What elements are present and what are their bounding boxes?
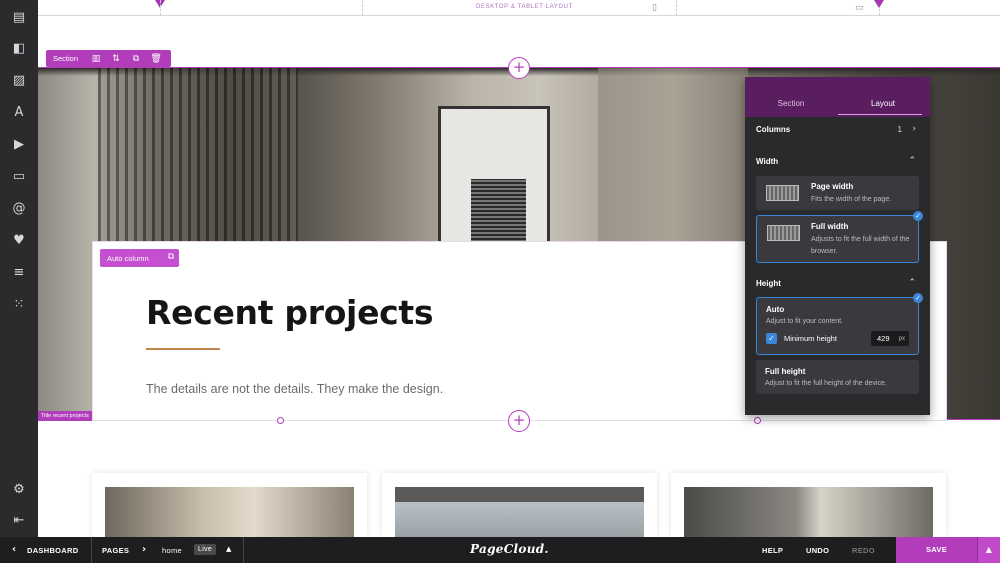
columns-value[interactable]: 1 (898, 125, 902, 134)
settings-icon[interactable]: ⚙ (11, 481, 27, 497)
page-name[interactable]: home (162, 546, 182, 555)
undo-button[interactable]: UNDO (806, 546, 829, 555)
add-section-above-button[interactable]: + (508, 57, 530, 79)
option-title: Page width (811, 182, 854, 191)
layout-panel: Section Layout Columns 1 › Width ⌃ Page … (745, 77, 930, 415)
layout-segment (676, 0, 677, 16)
tab-section[interactable]: Section (745, 77, 837, 117)
project-card[interactable] (382, 473, 657, 537)
selected-check-icon: ✓ (913, 211, 923, 221)
height-label: Height (756, 279, 781, 288)
resize-handle[interactable] (754, 417, 761, 424)
option-title: Auto (766, 305, 785, 314)
layout-right-marker[interactable] (874, 0, 884, 8)
save-button[interactable]: SAVE (896, 537, 977, 563)
divider (91, 537, 92, 563)
image-icon[interactable]: ▨ (11, 72, 27, 88)
project-image (684, 487, 933, 537)
page-width-option[interactable]: Page width Fits the width of the page. (756, 176, 919, 210)
subtitle-text[interactable]: The details are not the details. They ma… (146, 382, 443, 396)
reorder-icon[interactable]: ⇅ (106, 54, 126, 64)
columns-label: Columns (756, 125, 791, 134)
min-height-value: 429 (877, 334, 890, 343)
caret-up-icon[interactable]: ▲ (977, 537, 1000, 563)
project-card[interactable] (92, 473, 367, 537)
apps-grid-icon[interactable]: ⁙ (11, 296, 27, 312)
shapes-icon[interactable]: ◧ (11, 40, 27, 56)
desktop-icon[interactable]: ▭ (855, 3, 864, 13)
option-description: Adjusts to fit the full width of the bro… (811, 236, 910, 255)
project-image (395, 487, 644, 537)
auto-height-option[interactable]: Auto Adjust to fit your content. ✓ Minim… (756, 297, 919, 355)
dashboard-link[interactable]: DASHBOARD (27, 546, 78, 555)
layout-segment (362, 0, 363, 16)
section-label[interactable]: Section (46, 54, 86, 63)
panel-tabs: Section Layout (745, 77, 930, 117)
chevron-right-icon[interactable]: › (912, 124, 916, 134)
option-title: Full width (811, 222, 849, 231)
option-description: Adjust to fit your content. (766, 318, 844, 325)
page-title[interactable]: Recent projects (146, 293, 434, 332)
divider (243, 537, 244, 563)
chevron-right-icon: › (142, 544, 147, 555)
full-width-option[interactable]: Full width Adjusts to fit the full width… (756, 215, 919, 263)
resize-handle[interactable] (277, 417, 284, 424)
bottom-bar: ‹ DASHBOARD PAGES › home Live ▲ PageClou… (0, 537, 1000, 563)
min-height-checkbox[interactable]: ✓ (766, 333, 777, 344)
auto-column-label: Auto column (107, 253, 149, 263)
active-tab-underline (838, 114, 922, 115)
editor: ▤ ◧ ▨ A ▶ ▭ @ ♥ ≡ ⁙ ⚙ ⇤ DESKTOP & TABLET… (0, 0, 1000, 563)
menu-icon[interactable]: ≡ (11, 264, 27, 280)
option-description: Adjust to fit the full height of the dev… (765, 380, 887, 387)
mobile-icon[interactable]: ▯ (652, 3, 657, 13)
pages-link[interactable]: PAGES (102, 546, 129, 555)
collapse-icon[interactable]: ⇤ (11, 512, 27, 528)
pagecloud-logo: PageCloud. (470, 542, 549, 556)
title-divider (146, 348, 220, 350)
button-icon[interactable]: ▭ (11, 168, 27, 184)
layout-icon[interactable]: ▤ (11, 9, 27, 25)
full-width-thumb (767, 225, 800, 241)
full-height-option[interactable]: Full height Adjust to fit the full heigh… (756, 360, 919, 394)
hero-curtain (98, 68, 298, 243)
selected-check-icon: ✓ (913, 293, 923, 303)
min-height-input[interactable]: 429 px (871, 331, 909, 346)
duplicate-icon[interactable]: ⧉ (126, 54, 146, 64)
at-icon[interactable]: @ (11, 200, 27, 216)
help-button[interactable]: HELP (762, 546, 783, 555)
auto-column-button[interactable]: Auto column ⧉ (100, 249, 179, 267)
section-name-tag: Title recent projects (38, 411, 92, 421)
page-width-thumb (766, 185, 799, 201)
layout-label: DESKTOP & TABLET LAYOUT (476, 4, 573, 10)
trash-icon[interactable]: 🗑 (146, 54, 166, 64)
duplicate-icon[interactable]: ⧉ (168, 252, 174, 262)
chevron-left-icon[interactable]: ‹ (12, 544, 16, 555)
columns-icon[interactable]: ▥ (86, 54, 106, 64)
tab-layout[interactable]: Layout (837, 77, 929, 117)
caret-up-icon[interactable]: ▲ (226, 545, 232, 553)
section-toolbar: Section ▥ ⇅ ⧉ 🗑 (46, 50, 171, 67)
option-description: Fits the width of the page. (811, 196, 892, 203)
chevron-up-icon[interactable]: ⌃ (908, 278, 916, 288)
heart-icon[interactable]: ♥ (11, 232, 27, 248)
chevron-up-icon[interactable]: ⌃ (908, 156, 916, 166)
project-image (105, 487, 354, 537)
layout-segment (160, 0, 161, 16)
left-sidebar: ▤ ◧ ▨ A ▶ ▭ @ ♥ ≡ ⁙ ⚙ ⇤ (0, 0, 38, 537)
project-card[interactable] (671, 473, 946, 537)
add-section-below-button[interactable]: + (508, 410, 530, 432)
option-title: Full height (765, 367, 806, 376)
layout-bar: DESKTOP & TABLET LAYOUT ▯ ▭ (38, 0, 1000, 16)
width-label: Width (756, 157, 779, 166)
text-icon[interactable]: A (11, 104, 27, 120)
min-height-unit: px (898, 335, 905, 342)
redo-button[interactable]: REDO (852, 546, 875, 555)
hero-artwork-inner (471, 179, 526, 244)
status-badge: Live (194, 544, 217, 555)
min-height-label: Minimum height (784, 334, 837, 343)
video-icon[interactable]: ▶ (11, 136, 27, 152)
hero-artwork (438, 106, 550, 246)
hero-wall (598, 68, 748, 243)
